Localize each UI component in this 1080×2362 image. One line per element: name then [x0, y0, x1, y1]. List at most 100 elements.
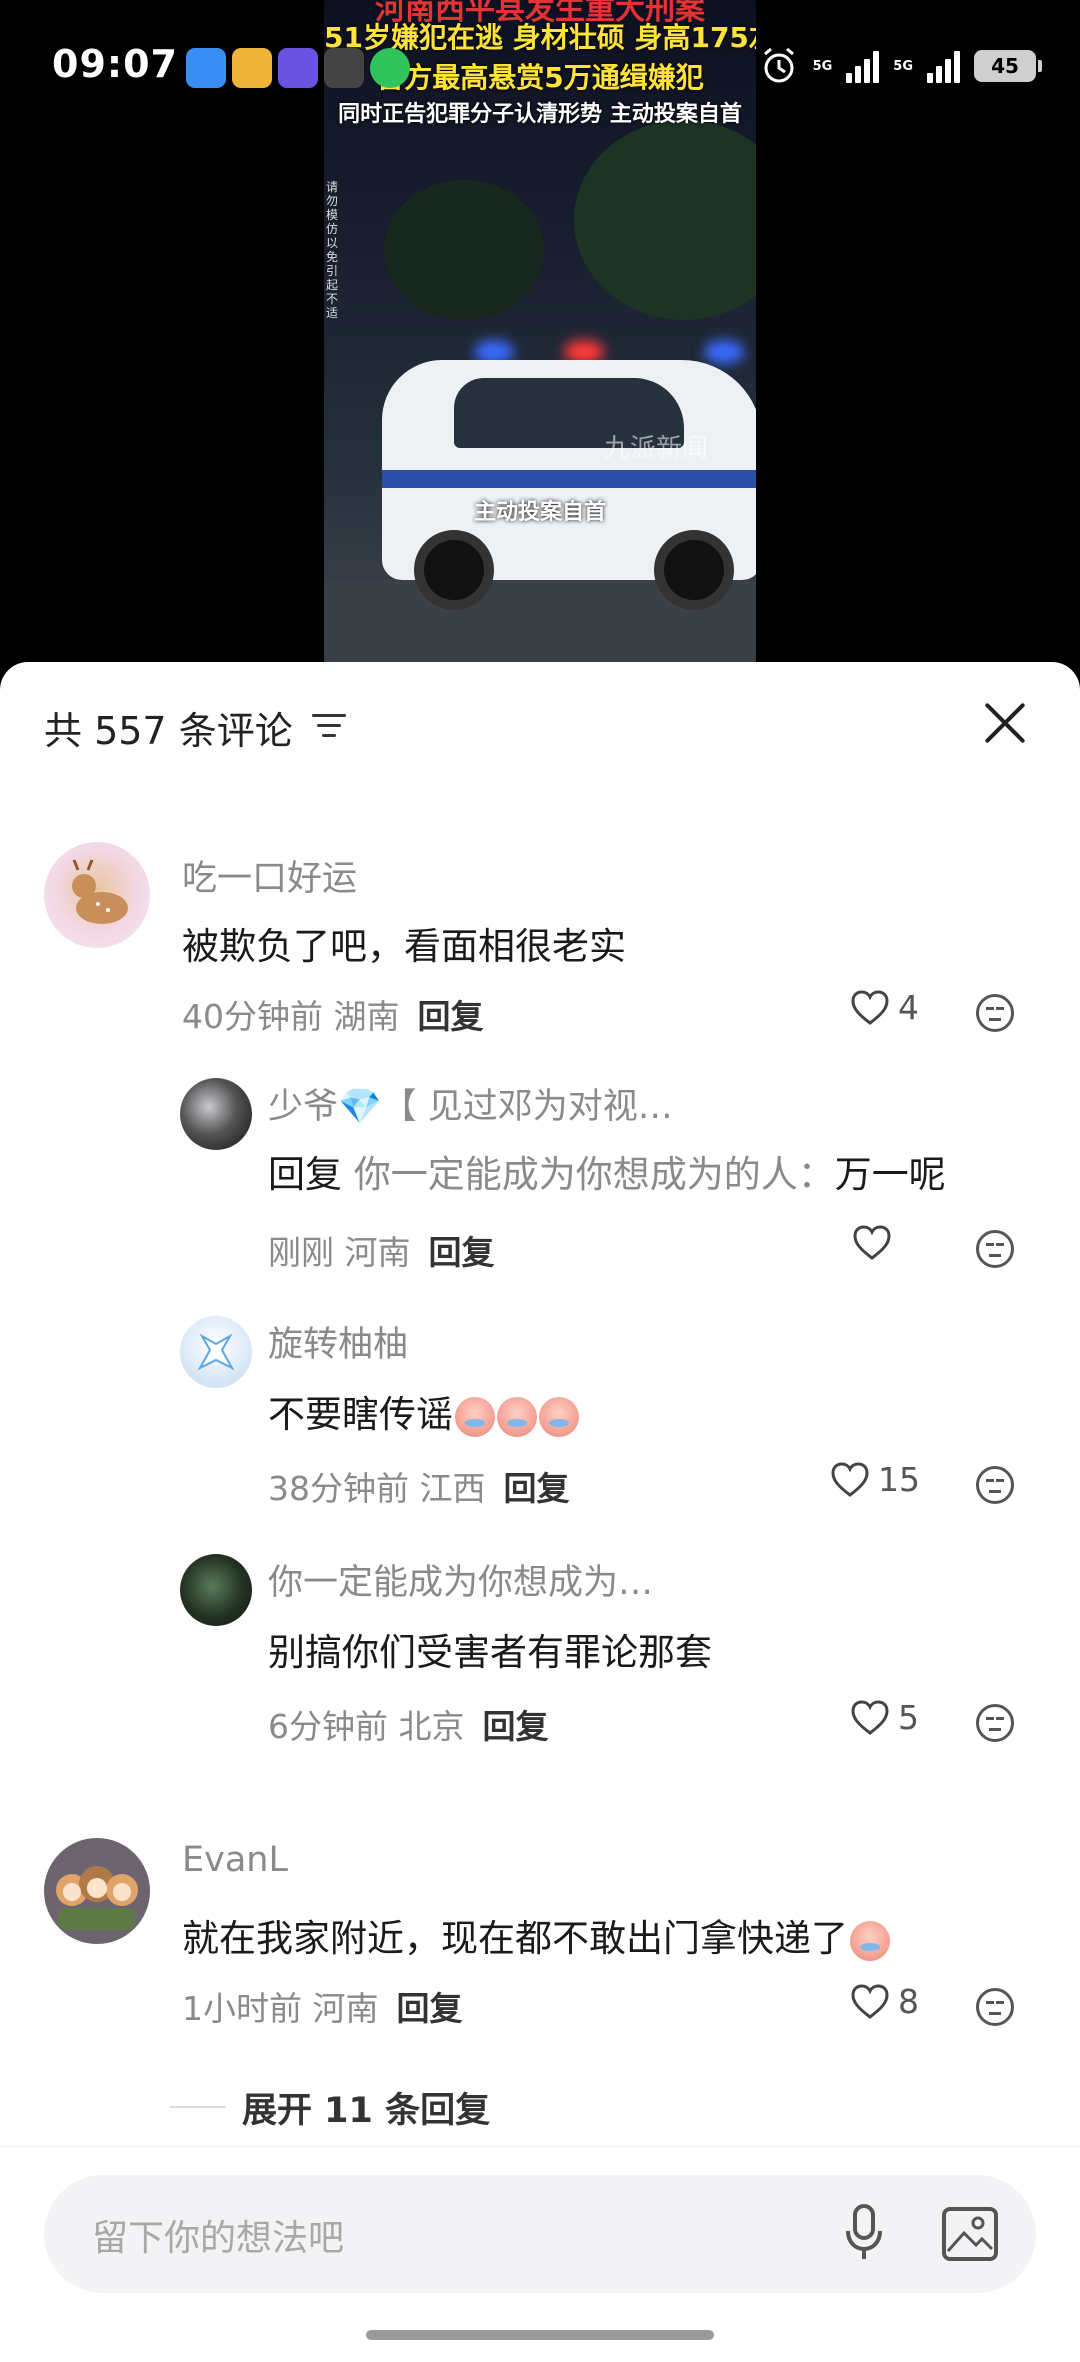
battery-icon: 45: [974, 50, 1042, 82]
comment-count: 共 557 条评论: [44, 709, 293, 753]
comment-sheet: 共 557 条评论 吃一口好运 被欺负了吧，看面相很老实 40分钟前 湖南回复 …: [0, 662, 1080, 2362]
avatar[interactable]: [44, 842, 150, 948]
crying-emoji-icon: [850, 1920, 890, 1961]
comment-meta: 38分钟前 江西 回复: [268, 1462, 569, 1510]
status-time: 09:07: [52, 42, 178, 86]
comment-input[interactable]: 留下你的想法吧: [44, 2175, 1036, 2293]
like-button[interactable]: 5: [850, 1698, 919, 1737]
expand-divider: [170, 2106, 226, 2108]
chat-app-icon: [370, 48, 410, 88]
like-count: 8: [898, 1982, 919, 2021]
comment-username[interactable]: 吃一口好运: [182, 850, 357, 901]
weibo-app-icon: [232, 48, 272, 88]
signal-label-2: 5G: [893, 58, 913, 74]
heart-icon: [851, 1983, 889, 2019]
avatar[interactable]: [180, 1554, 252, 1626]
dislike-icon[interactable]: [976, 1466, 1014, 1504]
image-glyph: [946, 2216, 994, 2252]
heart-icon: [853, 1225, 891, 1260]
comment-time: 40分钟前 湖南: [182, 997, 400, 1036]
tieba-app-icon: [278, 48, 318, 88]
video-side-text: 请勿模仿以免引起不适: [326, 180, 339, 320]
comment-username[interactable]: 少爷💎【 见过邓为对视…: [268, 1078, 673, 1129]
avatar[interactable]: [180, 1078, 252, 1150]
close-icon[interactable]: [982, 700, 1028, 746]
comment-sheet-header: 共 557 条评论: [0, 662, 1080, 792]
reply-button[interactable]: 回复: [503, 1469, 569, 1508]
reply-button[interactable]: 回复: [429, 1233, 495, 1272]
comment-username-text: 少爷💎【 见过邓为对视…: [268, 1087, 673, 1127]
tree-shape: [384, 180, 544, 320]
deer-icon: [72, 859, 128, 924]
reply-target[interactable]: 你一定能成为你想成为的人：: [354, 1153, 835, 1196]
cartoon-group-icon: [56, 1866, 138, 1930]
video-subtitle: 主动投案自首: [473, 500, 606, 525]
comment-time: 刚刚 河南: [268, 1233, 411, 1272]
comment-meta: 刚刚 河南 回复: [268, 1226, 495, 1274]
car-wheel-left: [414, 530, 494, 610]
heart-icon: [831, 1461, 869, 1497]
comment-text-content: 就在我家附近，现在都不敢出门拿快递了: [182, 1917, 848, 1960]
avatar[interactable]: [180, 1316, 252, 1388]
dislike-icon[interactable]: [976, 1230, 1014, 1268]
like-button[interactable]: 4: [850, 988, 919, 1027]
microphone-icon[interactable]: [844, 2203, 884, 2263]
home-indicator[interactable]: [366, 2330, 714, 2340]
signal-label-1: 5G: [812, 58, 833, 74]
sort-icon[interactable]: [312, 710, 346, 740]
heart-icon: [851, 989, 889, 1025]
comment-text: 别搞你们受害者有罪论那套: [268, 1631, 712, 1674]
like-button[interactable]: [852, 1224, 900, 1262]
like-count: 15: [878, 1460, 920, 1499]
dislike-icon[interactable]: [976, 994, 1014, 1032]
comment-time: 38分钟前 江西: [268, 1469, 486, 1508]
expand-replies-button[interactable]: 展开 11 条回复: [242, 2082, 490, 2133]
tree-shape: [574, 120, 756, 320]
crying-emoji-icon: [539, 1396, 579, 1437]
signal-bars-2-icon: [927, 49, 960, 83]
comment-time: 1小时前 河南: [182, 1989, 379, 2028]
comment-text: 回复 你一定能成为你想成为的人：万一呢: [268, 1144, 946, 1198]
comment-text-content: 不要瞎传谣: [268, 1393, 453, 1436]
video-watermark: 九派新闻: [604, 434, 709, 464]
crying-emoji-icon: [497, 1396, 537, 1437]
reply-text: 万一呢: [834, 1153, 946, 1196]
comment-username[interactable]: EvanL: [182, 1840, 288, 1880]
car-stripe: [382, 470, 756, 488]
image-icon[interactable]: [942, 2207, 998, 2261]
cartoon-avatar-icon: [197, 1333, 235, 1371]
battery-level: 45: [991, 54, 1019, 78]
police-light-blue-2: [704, 340, 744, 364]
signal-bars-1-icon: [846, 49, 880, 83]
crying-emoji-icon: [455, 1396, 495, 1437]
news-app-icon: [324, 48, 364, 88]
car-wheel-right: [654, 530, 734, 610]
comment-text: 不要瞎传谣: [268, 1384, 579, 1438]
dislike-icon[interactable]: [976, 1704, 1014, 1742]
comment-meta: 40分钟前 湖南 回复: [182, 990, 483, 1038]
reply-button[interactable]: 回复: [417, 997, 483, 1036]
like-button[interactable]: 15: [830, 1460, 920, 1499]
reply-button[interactable]: 回复: [483, 1707, 549, 1746]
like-button[interactable]: 8: [850, 1982, 919, 2021]
comment-username[interactable]: 旋转柚柚: [268, 1316, 408, 1367]
reply-prefix: 回复: [268, 1153, 342, 1196]
alarm-icon: [763, 47, 794, 83]
comment-meta: 6分钟前 北京 回复: [268, 1700, 549, 1748]
comment-input-bar: 留下你的想法吧: [0, 2146, 1080, 2316]
comment-time: 6分钟前 北京: [268, 1707, 465, 1746]
like-count: 4: [898, 988, 919, 1027]
dislike-icon[interactable]: [976, 1988, 1014, 2026]
comment-input-placeholder: 留下你的想法吧: [92, 2218, 345, 2259]
comment-username[interactable]: 你一定能成为你想成为…: [268, 1554, 653, 1605]
comment-text: 就在我家附近，现在都不敢出门拿快递了: [182, 1908, 890, 1962]
avatar[interactable]: [44, 1838, 150, 1944]
status-bar: 09:07 5G 5G 45: [0, 0, 1080, 140]
heart-icon: [851, 1699, 889, 1735]
wallet-app-icon: [186, 48, 226, 88]
like-count: 5: [898, 1698, 919, 1737]
reply-button[interactable]: 回复: [397, 1989, 463, 2028]
comment-text: 被欺负了吧，看面相很老实: [182, 925, 626, 968]
comment-meta: 1小时前 河南 回复: [182, 1982, 463, 2030]
status-right-icons: 5G 5G 45: [759, 46, 1042, 86]
